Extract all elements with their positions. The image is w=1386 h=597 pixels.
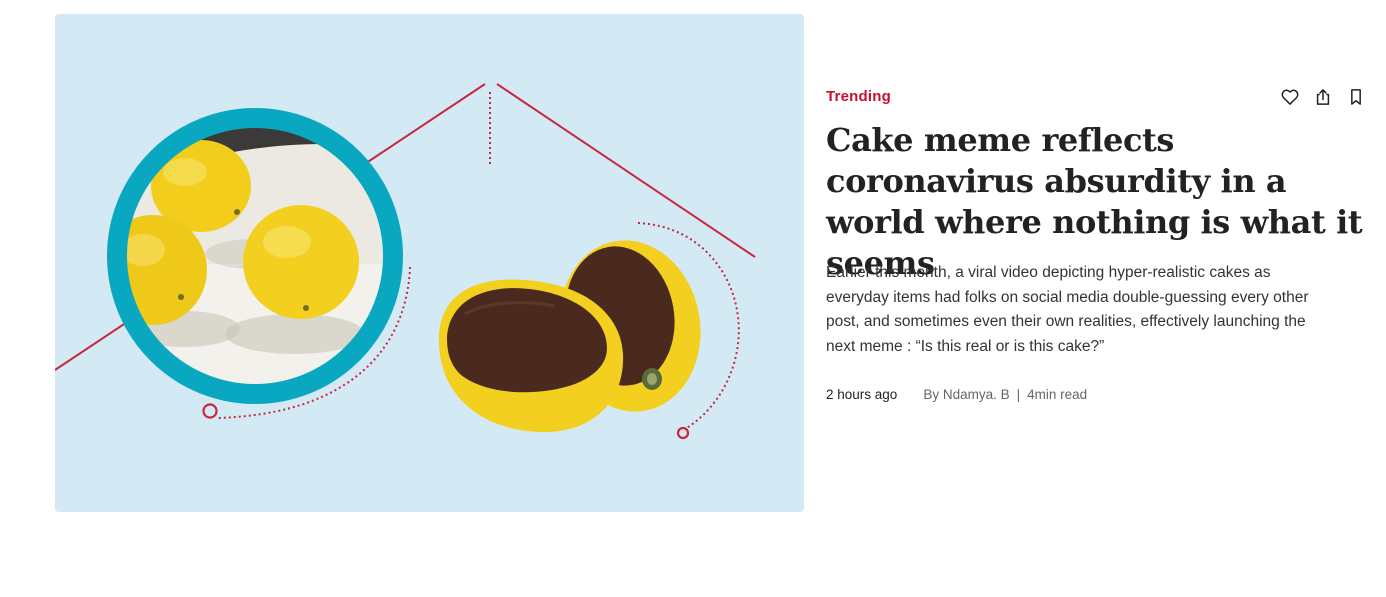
lemon-cake	[438, 240, 701, 432]
article-actions	[1280, 87, 1366, 107]
lemon-cake-illustration	[55, 83, 756, 440]
article-title[interactable]: Cake meme reflects coronavirus absurdity…	[826, 120, 1366, 284]
bookmark-icon	[1351, 89, 1361, 105]
article-excerpt: Earlier this month, a viral video depict…	[826, 264, 1309, 356]
published-time: 2 hours ago	[826, 387, 898, 402]
bookmark-button[interactable]	[1346, 87, 1366, 107]
article-hero-image[interactable]	[55, 14, 804, 512]
article-meta: 2 hours ago By Ndamya. B | 4min read	[826, 387, 1087, 402]
category-tag[interactable]: Trending	[826, 88, 891, 105]
read-time: 4min read	[1027, 387, 1088, 402]
share-button[interactable]	[1313, 87, 1333, 107]
article-card: Trending Cake meme reflects coronavirus …	[0, 0, 1386, 597]
heart-icon	[1281, 89, 1299, 105]
meta-separator: |	[1016, 387, 1021, 402]
share-icon	[1316, 89, 1330, 105]
author-name[interactable]: By Ndamya. B	[923, 387, 1009, 402]
like-button[interactable]	[1280, 87, 1300, 107]
